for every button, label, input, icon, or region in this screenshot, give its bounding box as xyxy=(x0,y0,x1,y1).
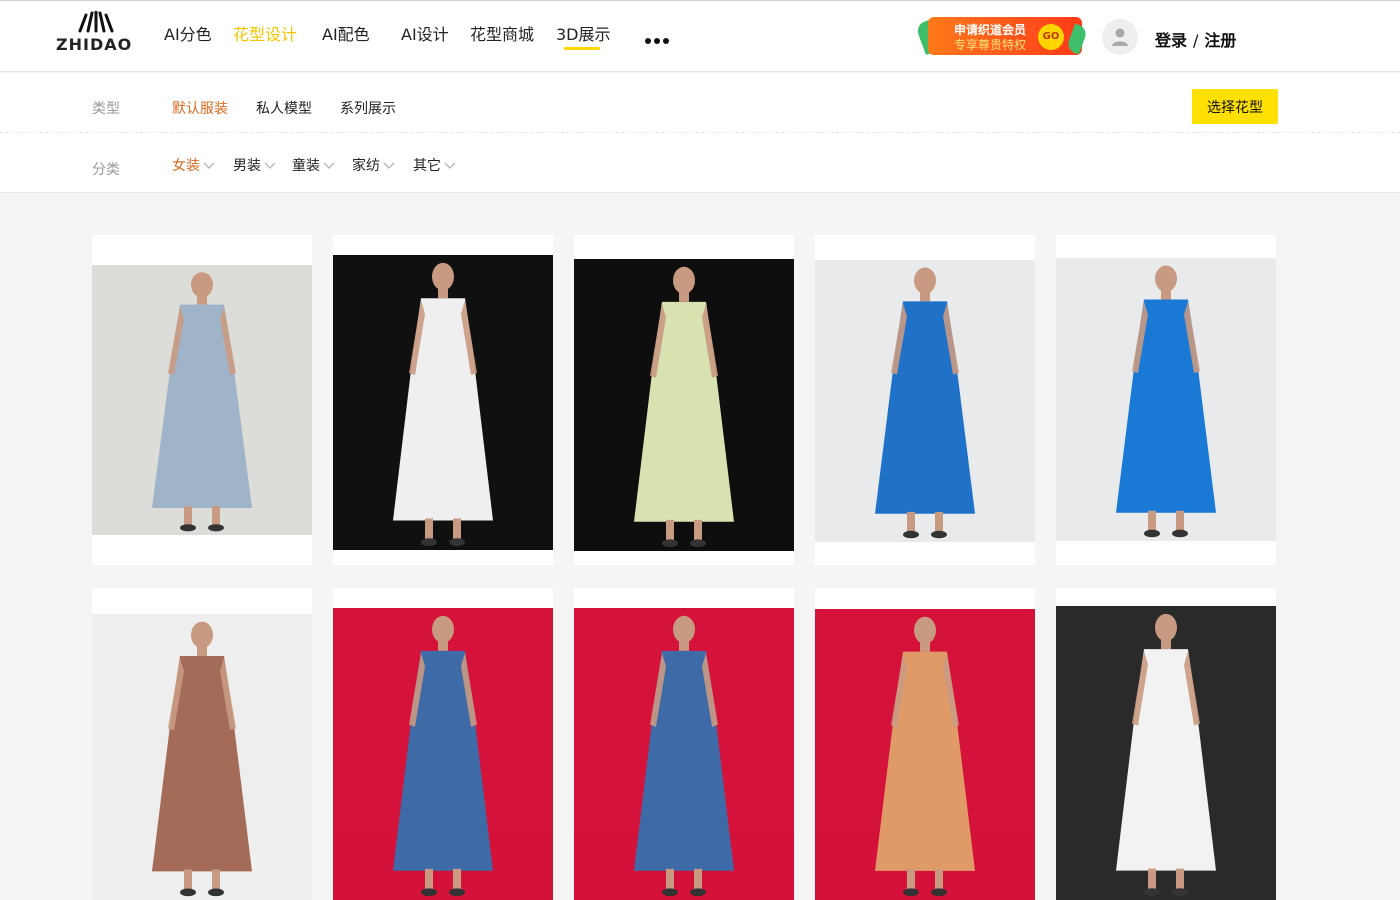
select-pattern-button[interactable]: 选择花型 xyxy=(1192,89,1278,124)
type-private-model[interactable]: 私人模型 xyxy=(256,98,312,118)
gallery-card[interactable] xyxy=(333,235,553,565)
garment-photo xyxy=(1056,258,1276,541)
runway-figure-illustration xyxy=(333,608,553,900)
more-dots-icon[interactable] xyxy=(645,29,675,44)
category-label: 分类 xyxy=(92,162,120,178)
logo-text: ZHIDAO xyxy=(56,35,133,54)
category-menswear-label: 男装 xyxy=(233,158,261,174)
chevron-down-icon xyxy=(323,162,335,170)
auth-links: 登录 / 注册 xyxy=(1155,27,1236,51)
register-link[interactable]: 注册 xyxy=(1204,31,1236,50)
runway-figure-illustration xyxy=(333,255,553,550)
nav-ai-coloring[interactable]: AI配色 xyxy=(322,21,370,45)
garment-photo xyxy=(574,608,794,900)
garment-photo xyxy=(333,255,553,550)
promo-go-button[interactable]: GO xyxy=(1038,24,1064,50)
category-home-textile-label: 家纺 xyxy=(352,158,380,174)
type-filter-row: 类型 默认服装 私人模型 系列展示 选择花型 xyxy=(0,73,1400,133)
nav-pattern-mall[interactable]: 花型商城 xyxy=(470,21,534,45)
runway-figure-illustration xyxy=(92,265,312,535)
category-womenswear[interactable]: 女装 xyxy=(172,155,215,175)
gallery-card[interactable] xyxy=(574,235,794,565)
type-default-clothing[interactable]: 默认服装 xyxy=(172,98,228,118)
runway-figure-illustration xyxy=(574,259,794,551)
promo-subtitle: 专享尊贵特权 xyxy=(954,38,1027,52)
gallery-card[interactable] xyxy=(574,588,794,900)
category-home-textile[interactable]: 家纺 xyxy=(352,155,395,175)
runway-figure-illustration xyxy=(815,260,1035,542)
category-other-label: 其它 xyxy=(413,158,441,174)
nav-pattern-design[interactable]: 花型设计 xyxy=(233,21,297,45)
chevron-down-icon xyxy=(383,162,395,170)
type-label: 类型 xyxy=(92,101,120,117)
garment-photo xyxy=(815,260,1035,542)
garment-photo xyxy=(92,265,312,535)
category-filter-row: 分类 女装 男装 童装 家纺 其它 xyxy=(0,133,1400,193)
garment-photo xyxy=(574,259,794,551)
garment-photo xyxy=(815,609,1035,900)
chevron-down-icon xyxy=(444,162,456,170)
category-kidswear[interactable]: 童装 xyxy=(292,155,335,175)
avatar[interactable] xyxy=(1102,19,1138,55)
login-link[interactable]: 登录 xyxy=(1155,31,1187,50)
gallery-card[interactable] xyxy=(815,588,1035,900)
nav-ai-separation[interactable]: AI分色 xyxy=(164,21,212,45)
gallery-card[interactable] xyxy=(92,588,312,900)
runway-figure-illustration xyxy=(574,608,794,900)
gallery-card[interactable] xyxy=(333,588,553,900)
garment-photo xyxy=(333,608,553,900)
brand-logo[interactable]: ZHIDAO xyxy=(56,11,136,54)
garment-photo xyxy=(1056,606,1276,900)
gallery-card[interactable] xyxy=(92,235,312,565)
runway-figure-illustration xyxy=(815,609,1035,900)
runway-figure-illustration xyxy=(92,614,312,900)
nav-active-indicator xyxy=(564,47,600,50)
gallery-card[interactable] xyxy=(1056,235,1276,565)
gallery-card[interactable] xyxy=(815,235,1035,565)
category-kidswear-label: 童装 xyxy=(292,158,320,174)
nav-3d-display[interactable]: 3D展示 xyxy=(556,21,611,45)
chevron-down-icon xyxy=(264,162,276,170)
runway-figure-illustration xyxy=(1056,258,1276,541)
user-icon xyxy=(1112,28,1128,46)
logo-mark-icon xyxy=(78,11,114,33)
category-menswear[interactable]: 男装 xyxy=(233,155,276,175)
gallery-card[interactable] xyxy=(1056,588,1276,900)
membership-promo-banner[interactable]: 申请织道会员 专享尊贵特权 GO xyxy=(915,17,1089,57)
auth-separator: / xyxy=(1193,31,1199,50)
runway-figure-illustration xyxy=(1056,606,1276,900)
top-header: ZHIDAO AI分色 花型设计 AI配色 AI设计 花型商城 3D展示 申请织… xyxy=(0,0,1400,72)
category-other[interactable]: 其它 xyxy=(413,155,456,175)
nav-ai-design[interactable]: AI设计 xyxy=(401,21,449,45)
type-series-display[interactable]: 系列展示 xyxy=(340,98,396,118)
chevron-down-icon xyxy=(203,162,215,170)
category-womenswear-label: 女装 xyxy=(172,158,200,174)
garment-photo xyxy=(92,614,312,900)
